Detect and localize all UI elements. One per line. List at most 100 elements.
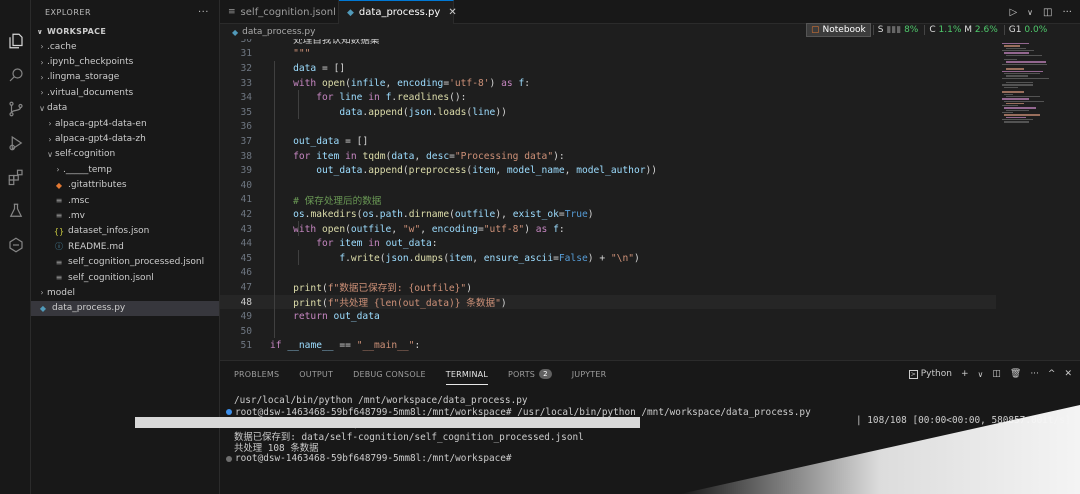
tree-item[interactable]: › .virtual_documents bbox=[31, 85, 219, 100]
code-line[interactable]: 49 return out_data bbox=[220, 309, 996, 324]
tab-terminal[interactable]: TERMINAL bbox=[445, 361, 489, 387]
code-line[interactable]: 32 data = [] bbox=[220, 61, 996, 76]
code-line[interactable]: 37 out_data = [] bbox=[220, 134, 996, 149]
chevron-right-icon: › bbox=[48, 134, 52, 144]
tree-item[interactable]: › ._____temp bbox=[31, 162, 219, 177]
tab-jupyter[interactable]: JUPYTER bbox=[572, 361, 607, 387]
code-line[interactable]: 40 bbox=[220, 178, 996, 193]
tab-self-cognition-jsonl[interactable]: ≡ self_cognition.jsonl bbox=[220, 0, 339, 24]
breadcrumb-file[interactable]: data_process.py bbox=[242, 27, 315, 37]
search-icon[interactable] bbox=[0, 58, 31, 92]
more-actions-icon[interactable]: ··· bbox=[1030, 369, 1039, 379]
minimap[interactable] bbox=[996, 39, 1072, 360]
tree-item[interactable]: ◆ .gitattributes bbox=[31, 178, 219, 193]
tree-item[interactable]: ≡ self_cognition_processed.jsonl bbox=[31, 254, 219, 269]
more-actions-icon[interactable]: ··· bbox=[198, 7, 209, 18]
tree-item[interactable]: ≡ self_cognition.jsonl bbox=[31, 270, 219, 285]
remote-explorer-icon[interactable] bbox=[0, 228, 31, 262]
breadcrumb[interactable]: ◆ data_process.py bbox=[232, 25, 315, 39]
tree-item[interactable]: ∨ data bbox=[31, 101, 219, 116]
code-text: """ bbox=[270, 48, 311, 60]
code-line[interactable]: 33 with open(infile, encoding='utf-8') a… bbox=[220, 76, 996, 91]
file-icon: ≡ bbox=[55, 211, 63, 221]
tree-item[interactable]: {} dataset_infos.json bbox=[31, 224, 219, 239]
minimap-line bbox=[1004, 59, 1017, 61]
trash-icon[interactable]: 🗑 bbox=[1010, 369, 1021, 379]
tree-item[interactable]: ◆ data_process.py bbox=[31, 300, 219, 317]
minimap-line bbox=[1002, 43, 1029, 45]
code-line[interactable]: 30 处理自我认知数据集 bbox=[220, 39, 996, 47]
tab-ports[interactable]: PORTS 2 bbox=[508, 361, 552, 387]
close-panel-icon[interactable]: ✕ bbox=[1064, 369, 1072, 379]
files-icon[interactable] bbox=[0, 24, 31, 58]
code-line[interactable]: 43 with open(outfile, "w", encoding="utf… bbox=[220, 222, 996, 237]
minimap-line bbox=[1006, 102, 1024, 105]
code-line[interactable]: 34 for line in f.readlines(): bbox=[220, 90, 996, 105]
tree-item[interactable]: ≡ .msc bbox=[31, 193, 219, 208]
terminal-shell-selector[interactable]: > Python bbox=[908, 369, 952, 379]
line-number: 32 bbox=[240, 62, 252, 74]
run-debug-icon[interactable] bbox=[0, 126, 31, 160]
tab-label: TERMINAL bbox=[445, 369, 489, 379]
extensions-icon[interactable] bbox=[0, 160, 31, 194]
tree-item[interactable]: ≡ .mv bbox=[31, 208, 219, 223]
split-terminal-icon[interactable]: ◫ bbox=[992, 369, 1001, 379]
close-icon[interactable]: ✕ bbox=[448, 7, 456, 18]
code-line[interactable]: 31 """ bbox=[220, 47, 996, 62]
split-editor-icon[interactable]: ◫ bbox=[1043, 7, 1052, 18]
chevron-right-icon: › bbox=[40, 42, 44, 52]
chevron-down-icon[interactable]: ∨ bbox=[1027, 8, 1033, 17]
tab-problems[interactable]: PROBLEMS bbox=[234, 361, 279, 387]
cpu-label: C bbox=[929, 25, 936, 35]
workspace-header[interactable]: ∨ WORKSPACE bbox=[31, 24, 219, 39]
source-control-icon[interactable] bbox=[0, 92, 31, 126]
code-editor[interactable]: 30 处理自我认知数据集 31 """ 32 data = [] 33 with op… bbox=[220, 39, 996, 360]
code-text: os.makedirs(os.path.dirname(outfile), ex… bbox=[293, 208, 594, 220]
code-line[interactable]: 38 for item in tqdm(data, desc="Processi… bbox=[220, 149, 996, 164]
code-line[interactable]: 42 os.makedirs(os.path.dirname(outfile),… bbox=[220, 207, 996, 222]
code-line[interactable]: 50 bbox=[220, 324, 996, 339]
line-number: 50 bbox=[240, 325, 252, 337]
notebook-button[interactable]: ▢ Notebook bbox=[806, 23, 871, 37]
code-line[interactable]: 41 # 保存处理后的数据 bbox=[220, 193, 996, 208]
code-line[interactable]: 47 print(f"数据已保存到: {outfile}") bbox=[220, 280, 996, 295]
tree-item[interactable]: ⓘ README.md bbox=[31, 239, 219, 254]
tree-item[interactable]: › alpaca-gpt4-data-zh bbox=[31, 131, 219, 146]
more-actions-icon[interactable]: ··· bbox=[1062, 7, 1072, 18]
line-number: 46 bbox=[240, 267, 252, 279]
tree-item[interactable]: › .cache bbox=[31, 39, 219, 54]
tree-item[interactable]: › alpaca-gpt4-data-en bbox=[31, 116, 219, 131]
code-line[interactable]: 46 bbox=[220, 266, 996, 281]
new-terminal-icon[interactable]: + bbox=[961, 369, 969, 379]
tree-item[interactable]: › .ipynb_checkpoints bbox=[31, 54, 219, 69]
testing-icon[interactable] bbox=[0, 194, 31, 228]
tree-item[interactable]: ∨ self-cognition bbox=[31, 147, 219, 162]
tree-item[interactable]: › .lingma_storage bbox=[31, 70, 219, 85]
code-line[interactable]: 44 for item in out_data: bbox=[220, 236, 996, 251]
code-line[interactable]: 48 print(f"共处理 {len(out_data)} 条数据") bbox=[220, 294, 996, 310]
code-line[interactable]: 35 data.append(json.loads(line)) bbox=[220, 105, 996, 120]
tab-data-process-py[interactable]: ◆ data_process.py ✕ bbox=[339, 0, 457, 24]
indent-guide bbox=[298, 89, 299, 119]
minimap-line bbox=[1004, 121, 1030, 123]
code-line[interactable]: 39 out_data.append(preprocess(item, mode… bbox=[220, 163, 996, 178]
minimap-line bbox=[1006, 47, 1026, 49]
maximize-panel-icon[interactable]: ^ bbox=[1048, 369, 1056, 379]
tree-item-label: .mv bbox=[68, 210, 85, 221]
code-line[interactable]: 51 if __name__ == "__main__": bbox=[220, 339, 996, 354]
editor-scrollbar[interactable] bbox=[1072, 39, 1080, 360]
minimap-line bbox=[1002, 49, 1035, 52]
tab-debug-console[interactable]: DEBUG CONSOLE bbox=[353, 361, 426, 387]
panel-actions: > Python + ∨ ◫ 🗑 ··· ^ ✕ bbox=[908, 361, 1072, 387]
run-python-icon[interactable]: ▷ bbox=[1009, 7, 1017, 18]
line-number: 33 bbox=[240, 77, 252, 89]
chevron-down-icon[interactable]: ∨ bbox=[978, 370, 984, 379]
tab-output[interactable]: OUTPUT bbox=[299, 361, 333, 387]
code-line[interactable]: 36 bbox=[220, 120, 996, 135]
tree-item[interactable]: › model bbox=[31, 285, 219, 300]
minimap-line bbox=[1002, 77, 1049, 79]
minimap-line bbox=[1002, 112, 1013, 114]
storage-usage: S ▮▮▮ 8% bbox=[872, 25, 923, 35]
tab-label: PORTS bbox=[508, 369, 536, 379]
code-line[interactable]: 45 f.write(json.dumps(item, ensure_ascii… bbox=[220, 251, 996, 266]
